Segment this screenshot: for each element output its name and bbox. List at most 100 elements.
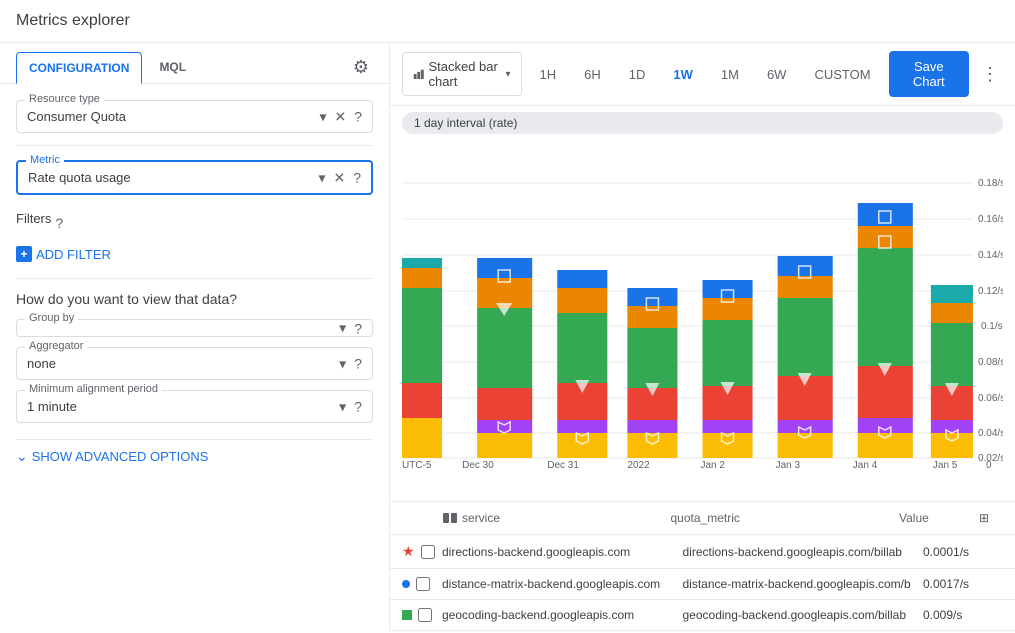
svg-text:Jan 5: Jan 5	[933, 460, 958, 468]
svg-text:0: 0	[986, 460, 992, 468]
main-layout: CONFIGURATION MQL ⚙ Resource type Consum…	[0, 43, 1015, 631]
legend-row-2-indicator	[402, 577, 442, 591]
group-by-dropdown-icon[interactable]: ▾	[337, 318, 348, 339]
legend-row-1-indicator: ★	[402, 543, 442, 560]
resource-type-help-icon[interactable]: ?	[352, 107, 364, 127]
svg-text:0.1/s: 0.1/s	[981, 321, 1003, 332]
legend-row-1-quota: directions-backend.googleapis.com/billab	[683, 545, 924, 559]
legend-table: service quota_metric Value ⊞ ★ direction…	[390, 501, 1015, 631]
svg-text:0.04/s: 0.04/s	[978, 428, 1003, 439]
chart-toolbar: Stacked bar chart ▾ 1H 6H 1D 1W 1M 6W CU…	[390, 43, 1015, 106]
metric-section: Metric Rate quota usage ▾ ✕ ?	[0, 146, 389, 207]
metric-help-icon[interactable]: ?	[351, 168, 363, 188]
time-btn-6h[interactable]: 6H	[574, 61, 611, 88]
legend-service-header: service	[442, 510, 671, 526]
svg-text:Dec 31: Dec 31	[547, 460, 579, 468]
resource-type-value: Consumer Quota	[27, 109, 126, 124]
svg-text:0.12/s: 0.12/s	[978, 286, 1003, 297]
resource-type-dropdown-icon[interactable]: ▾	[317, 106, 328, 127]
metric-dropdown-icon[interactable]: ▾	[316, 167, 327, 188]
time-btn-1d[interactable]: 1D	[619, 61, 656, 88]
legend-columns-icon[interactable]: ⊞	[979, 511, 1003, 525]
metric-clear-icon[interactable]: ✕	[331, 167, 347, 188]
time-btn-6w[interactable]: 6W	[757, 61, 797, 88]
group-by-help-icon[interactable]: ?	[352, 318, 364, 338]
svg-text:Jan 4: Jan 4	[853, 460, 878, 468]
legend-row-2-value: 0.0017/s	[923, 577, 1003, 591]
settings-icon[interactable]: ⚙	[349, 53, 373, 82]
svg-text:0.16/s: 0.16/s	[978, 214, 1003, 225]
legend-row-2-quota: distance-matrix-backend.googleapis.com/b	[683, 577, 924, 591]
show-advanced-button[interactable]: ⌄ SHOW ADVANCED OPTIONS	[0, 440, 224, 473]
metric-value: Rate quota usage	[28, 170, 131, 185]
min-alignment-dropdown-icon[interactable]: ▾	[337, 396, 348, 417]
legend-row-1-checkbox[interactable]	[421, 545, 435, 559]
left-panel: CONFIGURATION MQL ⚙ Resource type Consum…	[0, 43, 390, 631]
time-btn-1h[interactable]: 1H	[530, 61, 567, 88]
service-icon	[442, 510, 458, 526]
legend-row-3-service: geocoding-backend.googleapis.com	[442, 608, 683, 622]
metric-actions: ▾ ✕ ?	[316, 167, 363, 188]
svg-text:0.06/s: 0.06/s	[978, 393, 1003, 404]
save-chart-button[interactable]: Save Chart	[889, 51, 969, 97]
legend-row-2-checkbox[interactable]	[416, 577, 430, 591]
min-alignment-value: 1 minute	[27, 399, 77, 414]
legend-row-3-value: 0.009/s	[923, 608, 1003, 622]
legend-row-3-checkbox[interactable]	[418, 608, 432, 622]
aggregator-dropdown-icon[interactable]: ▾	[337, 353, 348, 374]
app-container: Metrics explorer CONFIGURATION MQL ⚙ Res…	[0, 0, 1015, 631]
show-advanced-label: SHOW ADVANCED OPTIONS	[32, 449, 209, 464]
chart-type-label: Stacked bar chart	[428, 59, 501, 89]
app-title: Metrics explorer	[0, 0, 1015, 43]
legend-header: service quota_metric Value ⊞	[390, 502, 1015, 535]
time-btn-1m[interactable]: 1M	[711, 61, 749, 88]
chevron-down-icon: ⌄	[16, 448, 28, 465]
svg-text:Jan 3: Jan 3	[776, 460, 801, 468]
aggregator-help-icon[interactable]: ?	[352, 354, 364, 374]
chart-type-icon	[413, 66, 424, 82]
tab-mql[interactable]: MQL	[146, 51, 199, 83]
aggregator-label: Aggregator	[25, 340, 87, 352]
svg-text:UTC-5: UTC-5	[402, 460, 432, 468]
resource-type-actions: ▾ ✕ ?	[317, 106, 364, 127]
filters-section: Filters ? + ADD FILTER	[0, 207, 389, 278]
legend-row-3-quota: geocoding-backend.googleapis.com/billab	[683, 608, 924, 622]
tab-bar: CONFIGURATION MQL ⚙	[0, 43, 389, 84]
more-options-icon[interactable]: ⋮	[977, 60, 1003, 89]
resource-type-section: Resource type Consumer Quota ▾ ✕ ?	[0, 84, 389, 145]
legend-row-3-indicator	[402, 608, 442, 622]
legend-row-2-service: distance-matrix-backend.googleapis.com	[442, 577, 683, 591]
resource-type-clear-icon[interactable]: ✕	[332, 106, 348, 127]
chart-type-selector[interactable]: Stacked bar chart ▾	[402, 52, 522, 96]
legend-row: distance-matrix-backend.googleapis.com d…	[390, 569, 1015, 600]
legend-row: ★ directions-backend.googleapis.com dire…	[390, 535, 1015, 569]
aggregator-value: none	[27, 356, 56, 371]
legend-row: geocoding-backend.googleapis.com geocodi…	[390, 600, 1015, 631]
legend-row-1-service: directions-backend.googleapis.com	[442, 545, 683, 559]
time-btn-custom[interactable]: CUSTOM	[804, 61, 880, 88]
min-alignment-help-icon[interactable]: ?	[352, 397, 364, 417]
svg-text:Dec 30: Dec 30	[462, 460, 494, 468]
svg-text:Jan 2: Jan 2	[700, 460, 725, 468]
group-by-label: Group by	[25, 312, 78, 324]
tab-configuration[interactable]: CONFIGURATION	[16, 52, 142, 84]
add-filter-label: ADD FILTER	[36, 247, 111, 262]
min-alignment-label: Minimum alignment period	[25, 383, 162, 395]
interval-badge: 1 day interval (rate)	[402, 112, 1003, 134]
chart-area: 0.18/s 0.16/s 0.14/s 0.12/s 0.1/s 0.08/s…	[390, 140, 1015, 497]
legend-row-1-value: 0.0001/s	[923, 545, 1003, 559]
add-filter-button[interactable]: + ADD FILTER	[16, 242, 111, 266]
svg-text:2022: 2022	[627, 460, 650, 468]
resource-type-label: Resource type	[25, 93, 104, 105]
metric-label: Metric	[26, 154, 64, 166]
time-btn-1w[interactable]: 1W	[663, 61, 703, 88]
chart-svg: 0.18/s 0.16/s 0.14/s 0.12/s 0.1/s 0.08/s…	[402, 148, 1003, 468]
svg-text:0.18/s: 0.18/s	[978, 178, 1003, 189]
filters-label: Filters	[16, 211, 51, 226]
filters-help-icon[interactable]: ?	[55, 215, 63, 231]
dot-icon	[402, 580, 410, 588]
plus-icon: +	[16, 246, 32, 262]
svg-text:0.14/s: 0.14/s	[978, 250, 1003, 261]
chart-type-chevron: ▾	[505, 69, 510, 80]
right-panel: Stacked bar chart ▾ 1H 6H 1D 1W 1M 6W CU…	[390, 43, 1015, 631]
